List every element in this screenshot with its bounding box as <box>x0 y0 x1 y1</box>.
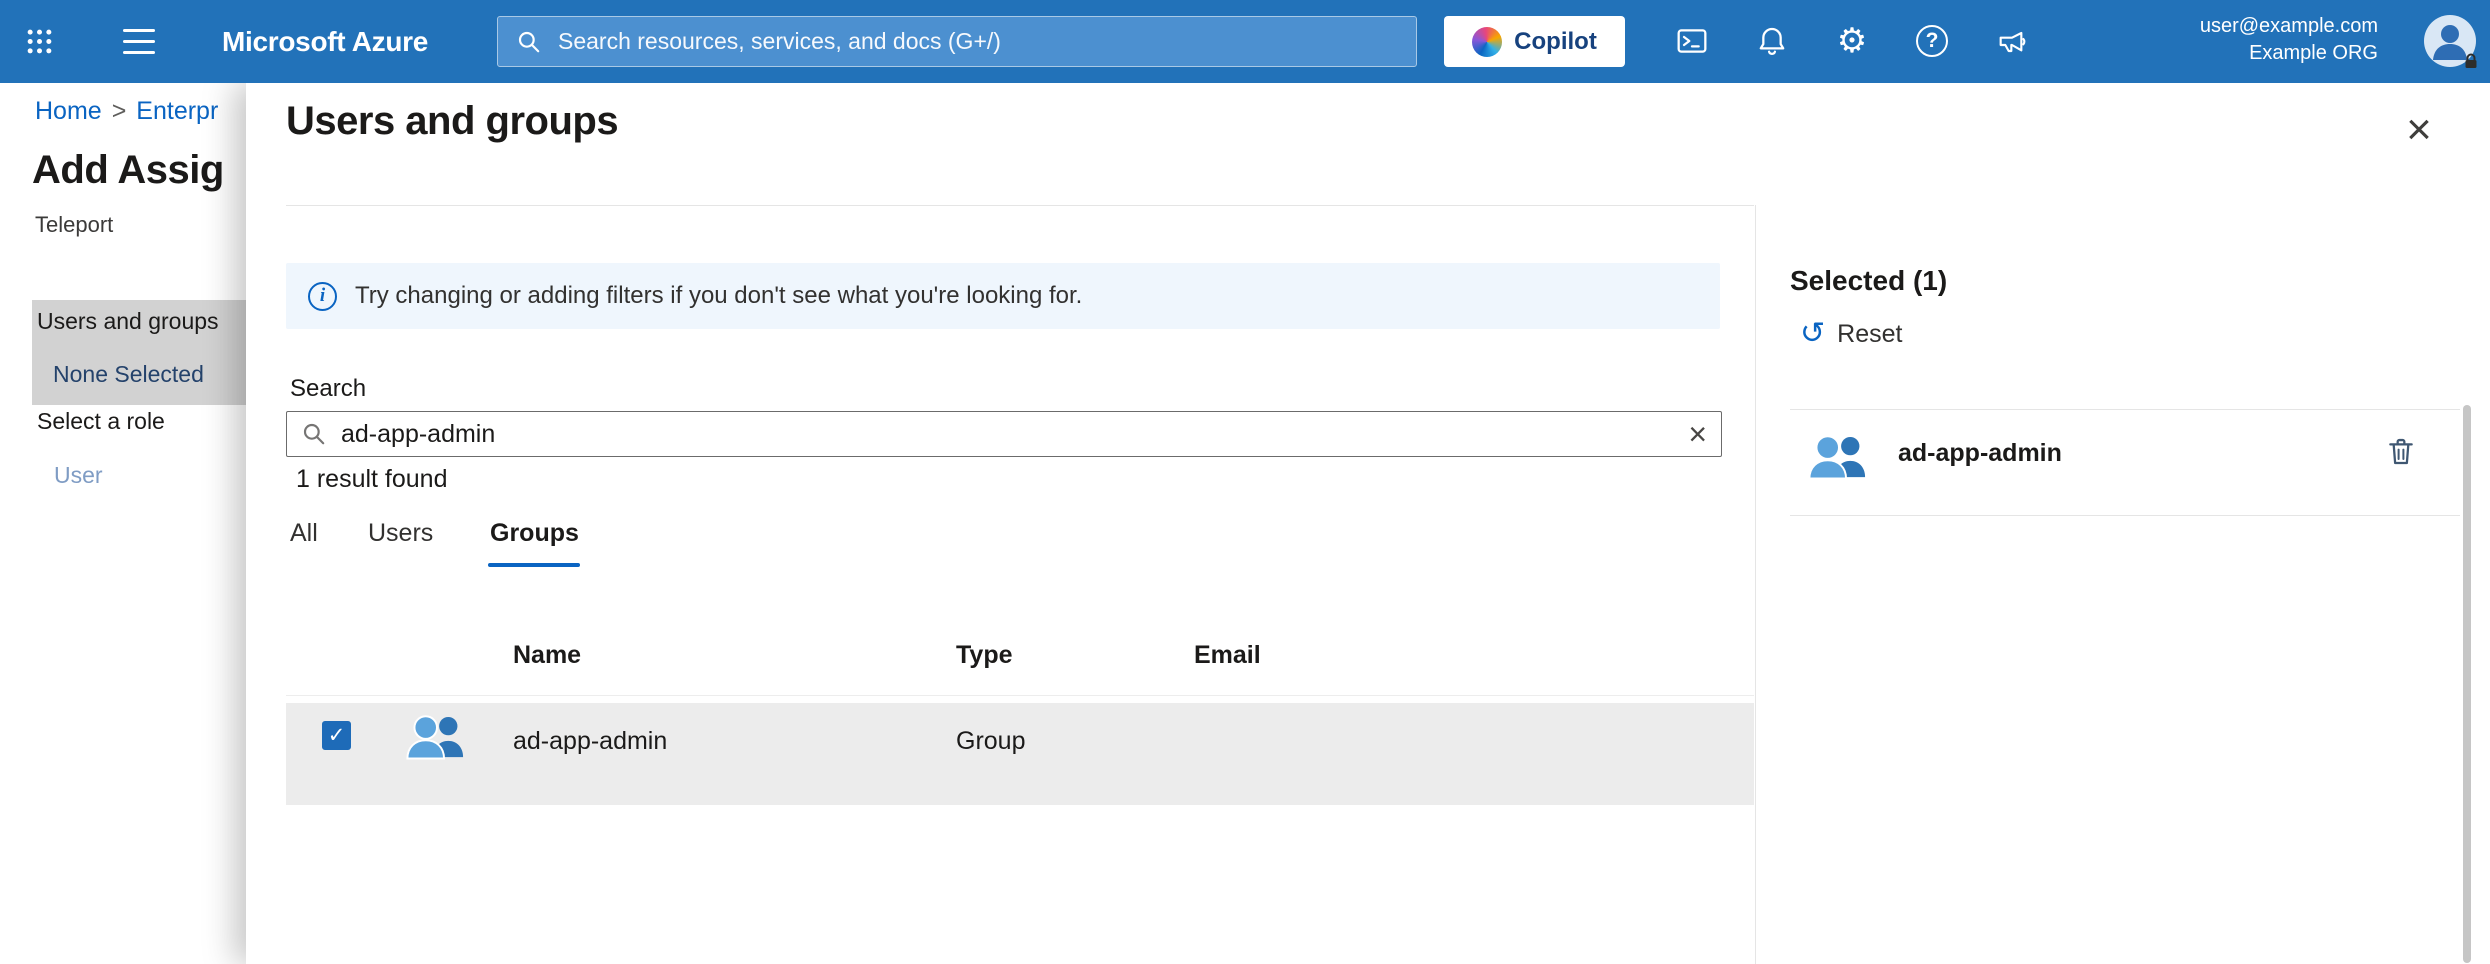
panel-search-input[interactable] <box>341 420 1674 449</box>
top-bar: Microsoft Azure Copilot <box>0 0 2490 83</box>
info-banner-text: Try changing or adding filters if you do… <box>355 282 1082 310</box>
active-tab-indicator <box>488 563 580 567</box>
settings-button[interactable]: ⚙ <box>1827 16 1877 66</box>
selected-divider-top <box>1790 409 2460 410</box>
info-banner: i Try changing or adding filters if you … <box>286 263 1720 329</box>
breadcrumb-current-link[interactable]: Enterpr <box>136 97 218 125</box>
selected-count-title: Selected (1) <box>1790 265 1947 297</box>
select-role-label: Select a role <box>37 408 165 435</box>
table-row[interactable]: ✓ ad-app-admin Group <box>286 703 1754 805</box>
remove-selected-button[interactable] <box>2382 433 2420 471</box>
notifications-button[interactable] <box>1747 16 1797 66</box>
reset-label: Reset <box>1837 320 1902 349</box>
app-launcher-button[interactable] <box>14 16 64 66</box>
tab-groups[interactable]: Groups <box>490 519 579 548</box>
tab-all[interactable]: All <box>290 519 318 548</box>
undo-icon: ↺ <box>1800 319 1825 349</box>
breadcrumb: Home > Enterpr <box>35 97 218 126</box>
global-search-input[interactable] <box>558 28 1398 55</box>
lock-icon <box>2462 52 2480 70</box>
account-email: user@example.com <box>2200 13 2378 40</box>
search-icon <box>301 421 327 447</box>
info-icon: i <box>308 282 337 311</box>
megaphone-icon <box>1996 25 2028 57</box>
topbar-icon-group: ⚙ ? <box>1667 16 2037 66</box>
row-checkbox[interactable]: ✓ <box>322 721 351 750</box>
column-header-email: Email <box>1194 641 1261 670</box>
role-value-link[interactable]: User <box>54 462 103 489</box>
bell-icon <box>1756 25 1788 57</box>
panel-title: Users and groups <box>286 99 618 144</box>
global-search[interactable] <box>497 16 1417 67</box>
copilot-label: Copilot <box>1514 28 1597 56</box>
check-icon: ✓ <box>328 724 346 747</box>
group-icon <box>1808 431 1870 481</box>
tab-users[interactable]: Users <box>368 519 433 548</box>
account-org: Example ORG <box>2200 40 2378 67</box>
search-label: Search <box>290 375 366 403</box>
breadcrumb-home-link[interactable]: Home <box>35 97 102 125</box>
panel-divider <box>286 205 1754 206</box>
reset-button[interactable]: ↺ Reset <box>1800 319 1902 349</box>
feedback-button[interactable] <box>1987 16 2037 66</box>
close-button[interactable]: × <box>2394 105 2444 155</box>
users-groups-value-link[interactable]: None Selected <box>53 361 204 388</box>
help-button[interactable]: ? <box>1907 16 1957 66</box>
waffle-icon <box>26 28 53 55</box>
users-groups-panel: Users and groups × i Try changing or add… <box>246 83 2490 964</box>
search-icon <box>516 29 542 55</box>
selected-divider-bottom <box>1790 515 2460 516</box>
vertical-divider <box>1755 205 1756 964</box>
selected-item-name: ad-app-admin <box>1898 439 2062 468</box>
gear-icon: ⚙ <box>1837 24 1867 58</box>
column-header-name: Name <box>513 641 581 670</box>
table-header-divider <box>286 695 1754 696</box>
close-icon: × <box>2406 105 2432 154</box>
page-title: Add Assig <box>32 148 224 193</box>
menu-button[interactable] <box>112 16 166 66</box>
scrollbar-thumb[interactable] <box>2463 405 2471 963</box>
row-name: ad-app-admin <box>513 727 667 756</box>
trash-icon <box>2385 435 2417 467</box>
terminal-icon <box>1676 25 1708 57</box>
cloud-shell-button[interactable] <box>1667 16 1717 66</box>
row-type: Group <box>956 727 1025 756</box>
clear-search-button[interactable]: × <box>1688 418 1707 450</box>
breadcrumb-separator: > <box>112 97 127 125</box>
azure-portal: Microsoft Azure Copilot <box>0 0 2490 964</box>
result-count: 1 result found <box>296 465 448 494</box>
page-subtitle: Teleport <box>35 212 113 238</box>
copilot-icon <box>1472 27 1502 57</box>
panel-search[interactable]: × <box>286 411 1722 457</box>
help-icon: ? <box>1916 25 1948 57</box>
avatar[interactable] <box>2424 15 2476 67</box>
users-groups-field: Users and groups None Selected <box>32 300 246 405</box>
account-info: user@example.com Example ORG <box>2200 13 2378 67</box>
clear-icon: × <box>1688 416 1707 452</box>
copilot-button[interactable]: Copilot <box>1444 16 1625 67</box>
users-groups-label: Users and groups <box>37 308 219 335</box>
group-icon <box>406 711 468 761</box>
column-header-type: Type <box>956 641 1013 670</box>
hamburger-icon <box>123 29 155 32</box>
brand-title: Microsoft Azure <box>222 0 428 83</box>
